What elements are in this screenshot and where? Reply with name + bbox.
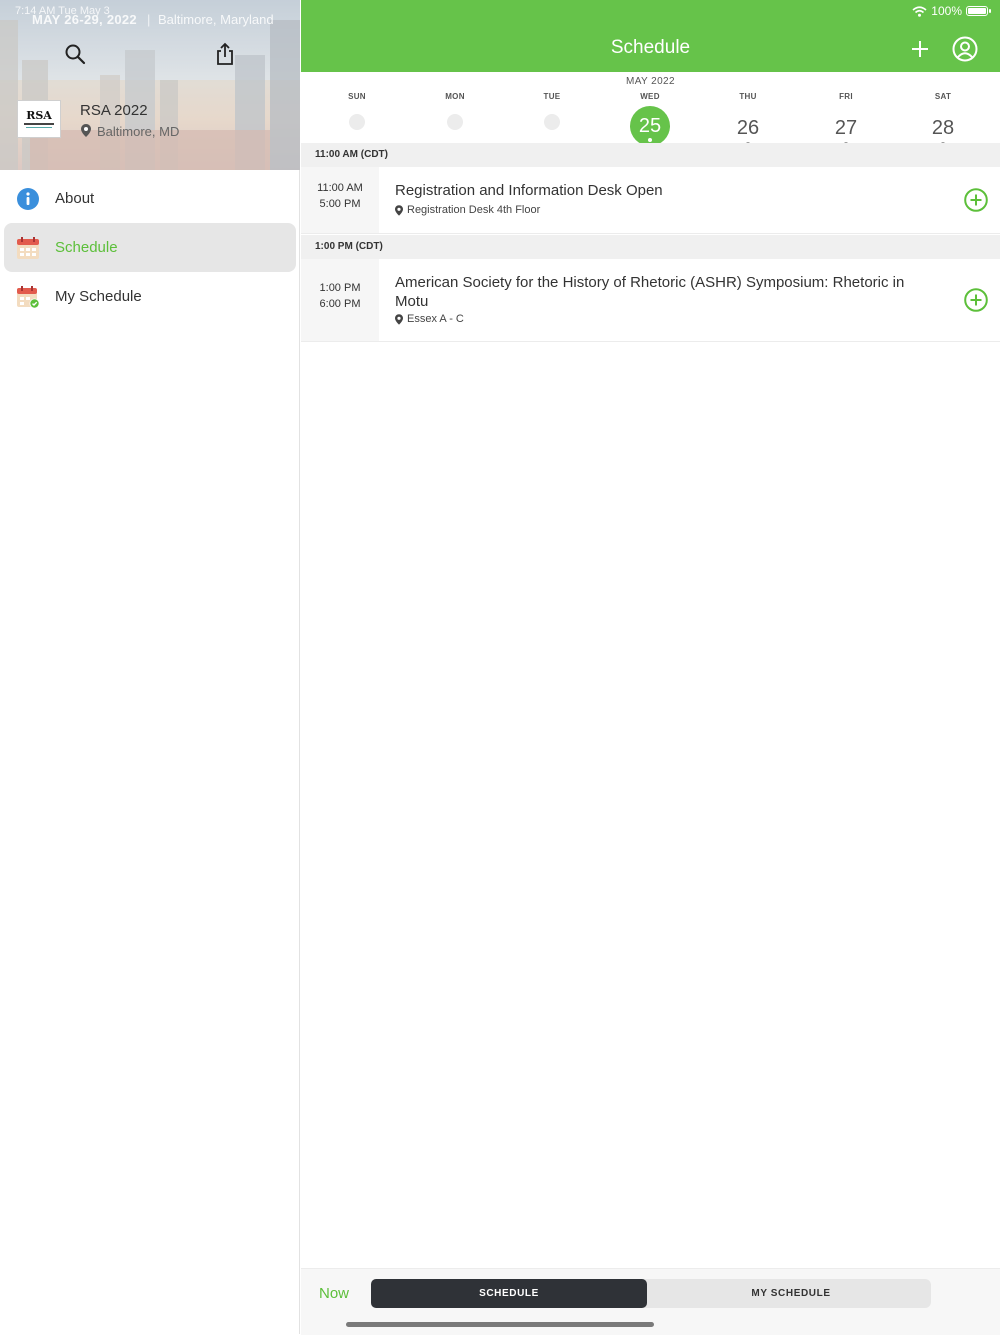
- tab-schedule[interactable]: SCHEDULE: [371, 1279, 647, 1308]
- session-title: Registration and Information Desk Open: [395, 182, 663, 199]
- add-button[interactable]: [907, 36, 933, 62]
- day-number: 26: [736, 116, 760, 139]
- session-times: 1:00 PM 6:00 PM: [301, 259, 379, 341]
- day-number: 25: [638, 114, 662, 137]
- sidebar-item-my-schedule[interactable]: My Schedule: [0, 272, 300, 321]
- day-of-week: TUE: [543, 92, 561, 101]
- now-button[interactable]: Now: [319, 1285, 349, 1302]
- wifi-icon: [912, 5, 927, 17]
- page-title: Schedule: [610, 37, 691, 58]
- search-icon: [65, 44, 86, 65]
- bottom-toolbar: Now SCHEDULE MY SCHEDULE: [301, 1268, 1000, 1335]
- day-number-cell: 28: [923, 108, 963, 148]
- session-start: 11:00 AM: [317, 182, 363, 194]
- session-row[interactable]: 1:00 PM 6:00 PM American Society for the…: [301, 259, 1000, 342]
- status-indicators: 100%: [912, 4, 991, 18]
- nav-bar: 100% Schedule: [301, 0, 1000, 72]
- share-button[interactable]: [212, 41, 238, 67]
- session-end: 6:00 PM: [319, 298, 361, 310]
- day-tue[interactable]: TUE: [522, 92, 582, 130]
- calendar-icon: [16, 236, 40, 260]
- event-name: RSA 2022: [80, 102, 148, 119]
- event-dot: [648, 138, 652, 142]
- session-start: 1:00 PM: [319, 282, 361, 294]
- event-dates: MAY 26-29, 2022: [32, 12, 137, 27]
- day-number-selected: 25: [630, 106, 670, 146]
- session-times: 11:00 AM 5:00 PM: [301, 167, 379, 233]
- schedule-segmented-control: SCHEDULE MY SCHEDULE: [371, 1279, 931, 1308]
- share-icon: [217, 42, 233, 65]
- event-location-banner: Baltimore, Maryland: [158, 12, 274, 27]
- session-end: 5:00 PM: [319, 198, 361, 210]
- day-mon[interactable]: MON: [425, 92, 485, 130]
- sidebar: 7:14 AM Tue May 3 MAY 26-29, 2022 | Balt…: [0, 0, 300, 1334]
- session-location: Registration Desk 4th Floor: [395, 204, 540, 216]
- day-sat[interactable]: SAT 28: [913, 92, 973, 148]
- profile-button[interactable]: [952, 36, 978, 62]
- day-number-cell: 27: [826, 108, 866, 148]
- session-location-text: Essex A - C: [407, 313, 464, 325]
- day-of-week: MON: [445, 92, 465, 101]
- location-pin-icon: [395, 313, 403, 325]
- day-of-week: SAT: [934, 92, 952, 101]
- time-section-header: 11:00 AM (CDT): [301, 143, 1000, 167]
- session-location-text: Registration Desk 4th Floor: [407, 204, 541, 216]
- day-of-week: FRI: [839, 92, 853, 101]
- day-placeholder: [349, 114, 365, 130]
- search-button[interactable]: [62, 41, 88, 67]
- day-number: 28: [931, 116, 955, 139]
- session-title: American Society for the History of Rhet…: [395, 274, 905, 310]
- day-of-week: WED: [640, 92, 660, 101]
- battery-percent: 100%: [931, 4, 962, 18]
- time-section-header: 1:00 PM (CDT): [301, 235, 1000, 259]
- day-of-week: SUN: [348, 92, 366, 101]
- user-circle-icon: [952, 36, 978, 62]
- day-thu[interactable]: THU 26: [718, 92, 778, 148]
- session-row[interactable]: 11:00 AM 5:00 PM Registration and Inform…: [301, 167, 1000, 234]
- event-logo: RSA: [17, 100, 61, 138]
- plus-icon: [912, 41, 928, 57]
- event-logo-text: RSA: [26, 109, 52, 122]
- sidebar-menu: About Schedule My Schedule: [0, 174, 300, 321]
- sidebar-item-label: My Schedule: [55, 288, 142, 305]
- day-number-cell: 26: [728, 108, 768, 148]
- add-to-schedule-icon[interactable]: [964, 188, 988, 212]
- info-icon: [16, 187, 40, 211]
- sidebar-item-label: Schedule: [55, 239, 118, 256]
- week-selector: MAY 2022 SUN MON TUE WED 25 THU 26 FRI 2…: [301, 72, 1000, 146]
- sidebar-item-about[interactable]: About: [0, 174, 300, 223]
- add-to-schedule-icon[interactable]: [964, 288, 988, 312]
- day-fri[interactable]: FRI 27: [816, 92, 876, 148]
- location-pin-icon: [81, 124, 91, 137]
- location-pin-icon: [395, 204, 403, 216]
- main-panel: 100% Schedule MAY 2022 SUN MON TUE WED 2…: [301, 0, 1000, 1335]
- calendar-check-icon: [16, 285, 40, 309]
- day-number: 27: [834, 116, 858, 139]
- month-label: MAY 2022: [626, 76, 675, 87]
- day-sun[interactable]: SUN: [327, 92, 387, 130]
- home-indicator[interactable]: [346, 1322, 654, 1327]
- event-city: Baltimore, MD: [97, 124, 180, 139]
- sidebar-item-schedule[interactable]: Schedule: [4, 223, 296, 272]
- sidebar-item-label: About: [55, 190, 95, 207]
- battery-icon: [966, 6, 991, 16]
- session-location: Essex A - C: [395, 313, 464, 325]
- day-of-week: THU: [739, 92, 757, 101]
- day-placeholder: [544, 114, 560, 130]
- day-wed[interactable]: WED 25: [620, 92, 680, 146]
- banner-separator: |: [147, 12, 151, 27]
- tab-my-schedule[interactable]: MY SCHEDULE: [651, 1279, 931, 1308]
- day-placeholder: [447, 114, 463, 130]
